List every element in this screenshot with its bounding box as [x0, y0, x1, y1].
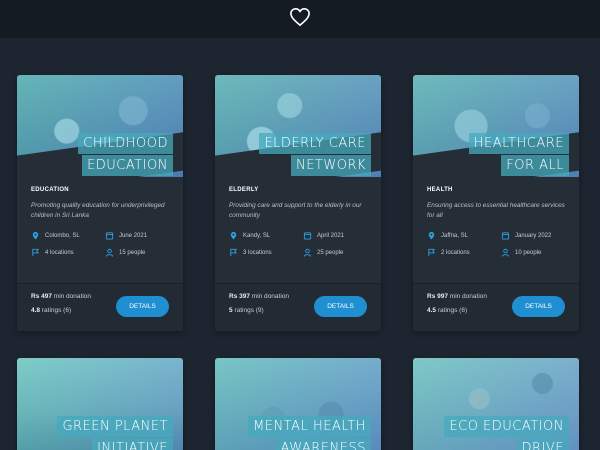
card-image: ELDERLY CARE NETWORK	[215, 75, 381, 177]
project-card: MENTAL HEALTH AWARENESS	[215, 358, 381, 450]
map-pin-icon	[230, 231, 237, 240]
card-image: CHILDHOOD EDUCATION	[17, 75, 183, 177]
location: Colombo, SL	[31, 231, 105, 240]
heart-icon[interactable]	[289, 7, 311, 32]
map-pin-icon	[32, 231, 39, 240]
card-title: CHILDHOOD EDUCATION	[78, 133, 173, 176]
user-icon	[501, 248, 510, 257]
category-label: ELDERLY	[229, 187, 259, 193]
people-count: 15 people	[105, 248, 179, 257]
card-image: ECO EDUCATION DRIVE	[413, 358, 579, 450]
card-title: MENTAL HEALTH AWARENESS	[248, 416, 371, 450]
description: Providing care and support to the elderl…	[229, 202, 362, 219]
project-card: CHILDHOOD EDUCATION EDUCATION Promoting …	[17, 75, 183, 331]
description: Ensuring access to essential healthcare …	[427, 202, 565, 219]
card-title: HEALTHCARE FOR ALL	[468, 133, 569, 176]
card-title: ELDERLY CARE NETWORK	[259, 133, 371, 176]
category-label: EDUCATION	[31, 187, 69, 193]
card-image: MENTAL HEALTH AWARENESS	[215, 358, 381, 450]
card-title: ECO EDUCATION DRIVE	[444, 416, 569, 450]
people-count: 25 people	[303, 248, 377, 257]
top-bar	[0, 0, 600, 38]
date: January 2022	[501, 231, 575, 240]
locations-count: 3 locations	[229, 248, 303, 257]
project-card: ECO EDUCATION DRIVE	[413, 358, 579, 450]
project-card: ELDERLY CARE NETWORK ELDERLY Providing c…	[215, 75, 381, 331]
user-icon	[303, 248, 312, 257]
locations-count: 2 locations	[427, 248, 501, 257]
project-card: GREEN PLANET INITIATIVE	[17, 358, 183, 450]
locations-count: 4 locations	[31, 248, 105, 257]
card-title: GREEN PLANET INITIATIVE	[57, 416, 173, 450]
date: June 2021	[105, 231, 179, 240]
date: April 2021	[303, 231, 377, 240]
description: Promoting quality education for underpri…	[31, 202, 165, 219]
people-count: 10 people	[501, 248, 575, 257]
map-pin-icon	[428, 231, 435, 240]
calendar-icon	[501, 232, 510, 240]
category-label: HEALTH	[427, 187, 453, 193]
card-image: HEALTHCARE FOR ALL	[413, 75, 579, 177]
calendar-icon	[105, 232, 114, 240]
flag-icon	[230, 248, 238, 257]
location: Jaffna, SL	[427, 231, 501, 240]
location: Kandy, SL	[229, 231, 303, 240]
flag-icon	[428, 248, 436, 257]
calendar-icon	[303, 232, 312, 240]
details-button[interactable]: DETAILS	[116, 296, 169, 317]
project-card: HEALTHCARE FOR ALL HEALTH Ensuring acces…	[413, 75, 579, 331]
flag-icon	[32, 248, 40, 257]
card-image: GREEN PLANET INITIATIVE	[17, 358, 183, 450]
details-button[interactable]: DETAILS	[512, 296, 565, 317]
user-icon	[105, 248, 114, 257]
details-button[interactable]: DETAILS	[314, 296, 367, 317]
